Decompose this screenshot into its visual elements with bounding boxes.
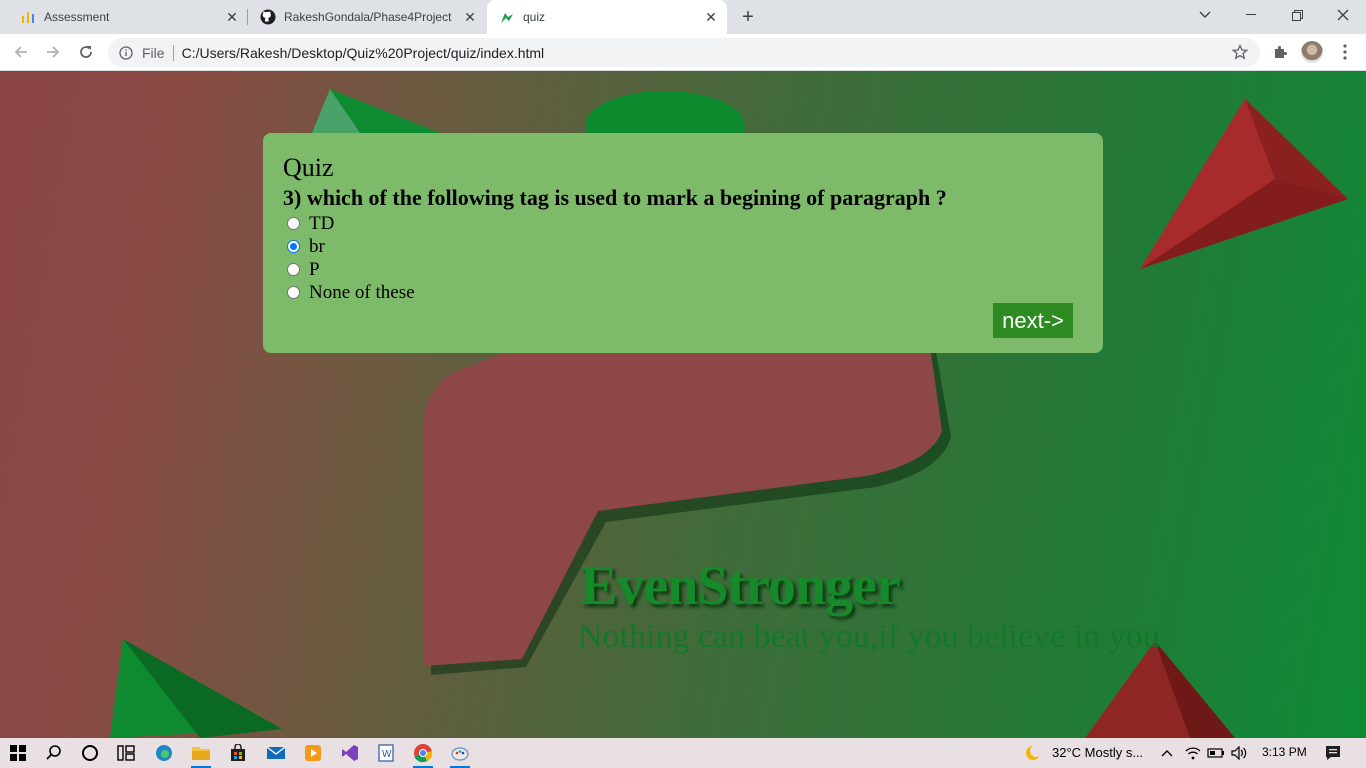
wifi-icon[interactable]	[1181, 741, 1205, 765]
weather-text[interactable]: 32°C Mostly s...	[1052, 745, 1143, 760]
bookmark-star-icon[interactable]	[1231, 43, 1249, 63]
tab-strip: Assessment ✕ RakeshGondala/Phase4Project…	[0, 0, 1366, 34]
menu-kebab-icon[interactable]	[1331, 38, 1359, 66]
browser-toolbar: File C:/Users/Rakesh/Desktop/Quiz%20Proj…	[0, 34, 1366, 71]
option-label: TD	[309, 212, 335, 234]
new-tab-button[interactable]: +	[736, 5, 760, 29]
mail-icon[interactable]	[264, 741, 288, 765]
battery-icon[interactable]	[1204, 741, 1228, 765]
tab-github[interactable]: RakeshGondala/Phase4Project ✕	[248, 0, 486, 34]
option-label: None of these	[309, 281, 415, 303]
radio-button[interactable]	[287, 286, 300, 299]
tab-quiz[interactable]: quiz ✕	[487, 0, 727, 34]
search-icon[interactable]	[42, 741, 66, 765]
radio-button[interactable]	[287, 263, 300, 276]
weather-icon[interactable]	[1021, 741, 1045, 765]
option-p[interactable]: P	[287, 258, 415, 281]
clock-time[interactable]: 3:13 PM	[1262, 745, 1307, 759]
cortana-icon[interactable]	[78, 741, 102, 765]
option-br[interactable]: br	[287, 235, 415, 258]
profile-avatar[interactable]	[1298, 38, 1326, 66]
address-bar[interactable]: File C:/Users/Rakesh/Desktop/Quiz%20Proj…	[108, 38, 1260, 67]
media-player-icon[interactable]	[301, 741, 325, 765]
address-divider	[172, 44, 174, 61]
minimize-button[interactable]	[1228, 0, 1274, 30]
close-tab-icon[interactable]: ✕	[460, 7, 480, 27]
address-scheme: File	[142, 44, 165, 61]
back-button[interactable]	[7, 38, 35, 66]
question-text: 3) which of the following tag is used to…	[283, 185, 947, 210]
reload-button[interactable]	[72, 38, 100, 66]
tab-assessment[interactable]: Assessment ✕	[8, 0, 248, 34]
github-icon	[260, 9, 276, 25]
option-none[interactable]: None of these	[287, 281, 415, 304]
tab-title: Assessment	[44, 10, 110, 24]
windows-taskbar: W 32°C Mostly s... 3:13 PM	[0, 738, 1366, 768]
tab-title: RakeshGondala/Phase4Project	[284, 10, 452, 24]
close-tab-icon[interactable]: ✕	[222, 7, 242, 27]
quiz-card: Quiz 3) which of the following tag is us…	[263, 133, 1103, 353]
avatar	[1301, 41, 1323, 63]
store-icon[interactable]	[226, 741, 250, 765]
option-label: P	[309, 258, 320, 280]
option-label: br	[309, 235, 325, 257]
option-td[interactable]: TD	[287, 212, 415, 235]
quiz-heading: Quiz	[283, 153, 334, 182]
arrow-logo-icon	[499, 9, 515, 25]
chrome-icon[interactable]	[411, 741, 435, 768]
forward-button[interactable]	[39, 38, 67, 66]
visual-studio-icon[interactable]	[338, 741, 362, 765]
chevron-up-icon[interactable]	[1155, 741, 1179, 765]
bar-chart-icon	[20, 9, 36, 25]
extensions-icon[interactable]	[1266, 38, 1294, 66]
close-tab-icon[interactable]: ✕	[701, 7, 721, 27]
task-view-icon[interactable]	[114, 741, 138, 765]
windows-start-icon[interactable]	[6, 741, 30, 765]
restore-button[interactable]	[1274, 0, 1320, 30]
edge-icon[interactable]	[152, 741, 176, 765]
svg-text:W: W	[382, 749, 392, 760]
address-url[interactable]: C:/Users/Rakesh/Desktop/Quiz%20Project/q…	[182, 45, 545, 61]
page-viewport: Quiz 3) which of the following tag is us…	[0, 71, 1366, 738]
tab-title: quiz	[523, 10, 546, 24]
next-button[interactable]: next->	[993, 303, 1073, 338]
options-list: TD br P None of these	[287, 212, 415, 304]
brand-tagline: Nothing can beat you,if you believe in y…	[578, 618, 1160, 655]
volume-icon[interactable]	[1228, 741, 1252, 765]
radio-button[interactable]	[287, 217, 300, 230]
tab-search-icon[interactable]	[1182, 0, 1228, 30]
brand-title: EvenStronger	[580, 555, 901, 617]
file-explorer-icon[interactable]	[189, 741, 213, 768]
radio-button-checked[interactable]	[287, 240, 300, 253]
close-window-button[interactable]	[1320, 0, 1366, 30]
info-icon[interactable]	[118, 45, 134, 61]
paint-icon[interactable]	[448, 741, 472, 768]
notifications-icon[interactable]	[1321, 741, 1345, 765]
word-icon[interactable]: W	[374, 741, 398, 765]
